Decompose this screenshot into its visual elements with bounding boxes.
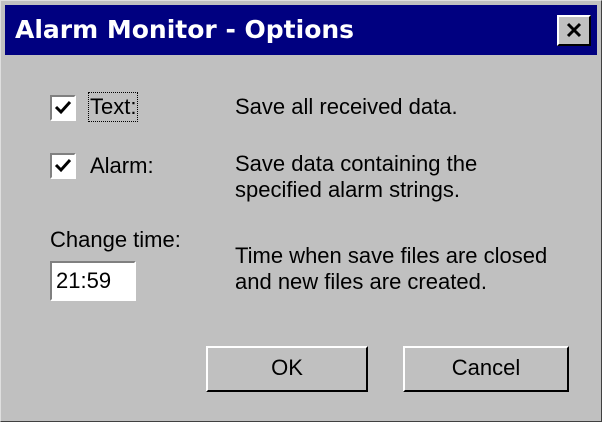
close-icon — [566, 22, 582, 38]
change-time-label: Change time: — [50, 227, 181, 252]
change-time-description-line1: Time when save files are closed — [235, 243, 548, 268]
change-time-input[interactable]: 21:59 — [50, 261, 136, 301]
change-time-description-line2: and new files are created. — [235, 269, 487, 294]
checkmark-icon — [54, 158, 72, 173]
text-label[interactable]: Text: — [87, 92, 139, 122]
close-button[interactable] — [557, 15, 591, 46]
window-title: Alarm Monitor - Options — [15, 15, 355, 44]
title-bar[interactable]: Alarm Monitor - Options — [5, 5, 597, 55]
cancel-button[interactable]: Cancel — [403, 346, 569, 392]
alarm-description-line2: specified alarm strings. — [235, 177, 460, 202]
text-checkbox[interactable] — [50, 95, 76, 121]
ok-button[interactable]: OK — [206, 346, 368, 392]
alarm-description-line1: Save data containing the — [235, 151, 478, 176]
options-dialog: Alarm Monitor - Options Text: Save all r… — [0, 0, 602, 422]
text-description: Save all received data. — [235, 94, 458, 119]
checkmark-icon — [54, 100, 72, 115]
alarm-description: Save data containing the specified alarm… — [235, 151, 477, 203]
change-time-description: Time when save files are closed and new … — [235, 243, 547, 295]
alarm-label[interactable]: Alarm: — [90, 153, 154, 179]
alarm-checkbox[interactable] — [50, 153, 76, 179]
